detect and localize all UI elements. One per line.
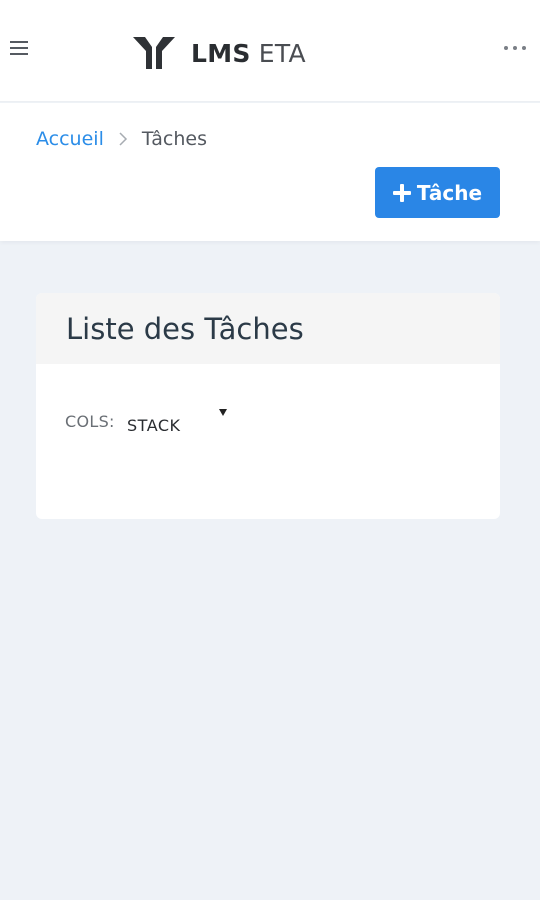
add-task-button[interactable]: Tâche — [375, 167, 500, 218]
lms-logo-icon — [133, 37, 175, 69]
brand-name: LMS ETA — [191, 39, 306, 68]
cols-label: COLS: — [65, 412, 115, 431]
brand-logo[interactable]: LMS ETA — [131, 35, 306, 71]
add-task-label: Tâche — [416, 180, 483, 205]
cols-select[interactable]: STACK — [127, 409, 237, 435]
breadcrumb: Accueil Tâches — [36, 128, 207, 150]
card-title: Liste des Tâches — [66, 311, 304, 346]
chevron-right-icon — [118, 131, 128, 147]
caret-down-icon — [219, 409, 227, 416]
breadcrumb-current: Tâches — [141, 128, 207, 150]
task-list-card: Liste des Tâches COLS: STACK — [36, 293, 500, 519]
card-header: Liste des Tâches — [36, 293, 500, 364]
brand-name-bold: LMS — [191, 38, 251, 68]
cols-selected-value: STACK — [127, 415, 181, 435]
card-body: COLS: STACK — [36, 364, 500, 519]
brand-name-light: ETA — [258, 38, 306, 68]
more-horizontal-icon[interactable] — [504, 44, 526, 52]
top-header: LMS ETA — [0, 0, 540, 102]
page-header: Accueil Tâches Tâche — [0, 103, 540, 241]
hamburger-icon[interactable] — [10, 41, 30, 59]
plus-icon — [392, 183, 411, 202]
breadcrumb-home-link[interactable]: Accueil — [36, 128, 104, 150]
